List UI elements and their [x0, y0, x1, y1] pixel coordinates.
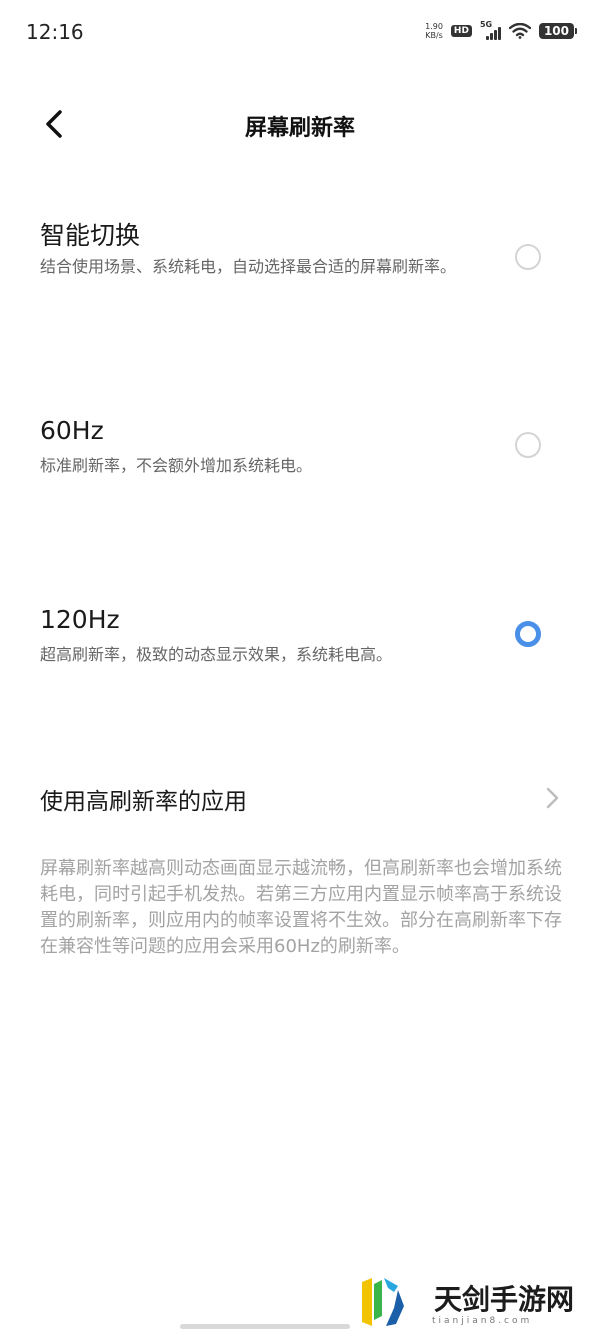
status-bar: 12:16 1.90 KB/s HD 5G 100 [0, 0, 600, 64]
network-speed-value: 1.90 [425, 22, 443, 31]
radio-smart-switch[interactable] [515, 244, 541, 270]
radio-120hz[interactable] [515, 621, 541, 647]
refresh-rate-note: 屏幕刷新率越高则动态画面显示越流畅，但高刷新率也会增加系统耗电，同时引起手机发热… [40, 858, 562, 957]
page-title: 屏幕刷新率 [244, 116, 355, 141]
wifi-icon [508, 23, 531, 39]
option-60hz[interactable]: 60Hz 标准刷新率，不会额外增加系统耗电。 [0, 416, 600, 486]
option-title: 120Hz [40, 605, 120, 634]
option-smart-switch[interactable]: 智能切换 结合使用场景、系统耗电，自动选择最合适的屏幕刷新率。 [0, 214, 600, 314]
watermark: 天剑手游网 tianjian8.com [358, 1272, 598, 1332]
page-header: 屏幕刷新率 [0, 96, 600, 156]
status-icons: 1.90 KB/s HD 5G 100 [425, 20, 578, 40]
option-120hz[interactable]: 120Hz 超高刷新率，极致的动态显示效果，系统耗电高。 [0, 604, 600, 674]
option-title: 智能切换 [40, 221, 141, 250]
status-time: 12:16 [26, 20, 84, 44]
network-speed-unit: KB/s [425, 31, 443, 40]
home-indicator[interactable] [180, 1324, 350, 1329]
option-description: 标准刷新率，不会额外增加系统耗电。 [40, 456, 313, 475]
option-title: 60Hz [40, 416, 104, 445]
option-description: 超高刷新率，极致的动态显示效果，系统耗电高。 [40, 645, 393, 664]
watermark-url: tianjian8.com [432, 1316, 533, 1326]
option-description: 结合使用场景、系统耗电，自动选择最合适的屏幕刷新率。 [40, 257, 457, 276]
watermark-text: 天剑手游网 [434, 1283, 575, 1316]
chevron-right-icon [546, 787, 559, 809]
radio-60hz[interactable] [515, 432, 541, 458]
battery-icon: 100 [538, 23, 578, 39]
high-refresh-apps-row[interactable]: 使用高刷新率的应用 [0, 770, 600, 826]
network-type-label: 5G [479, 20, 493, 29]
network-speed: 1.90 KB/s [425, 22, 443, 40]
hd-icon: HD [450, 25, 472, 37]
watermark-logo [362, 1278, 404, 1326]
signal-5g-icon: 5G [479, 20, 501, 40]
high-refresh-apps-title: 使用高刷新率的应用 [40, 789, 247, 815]
